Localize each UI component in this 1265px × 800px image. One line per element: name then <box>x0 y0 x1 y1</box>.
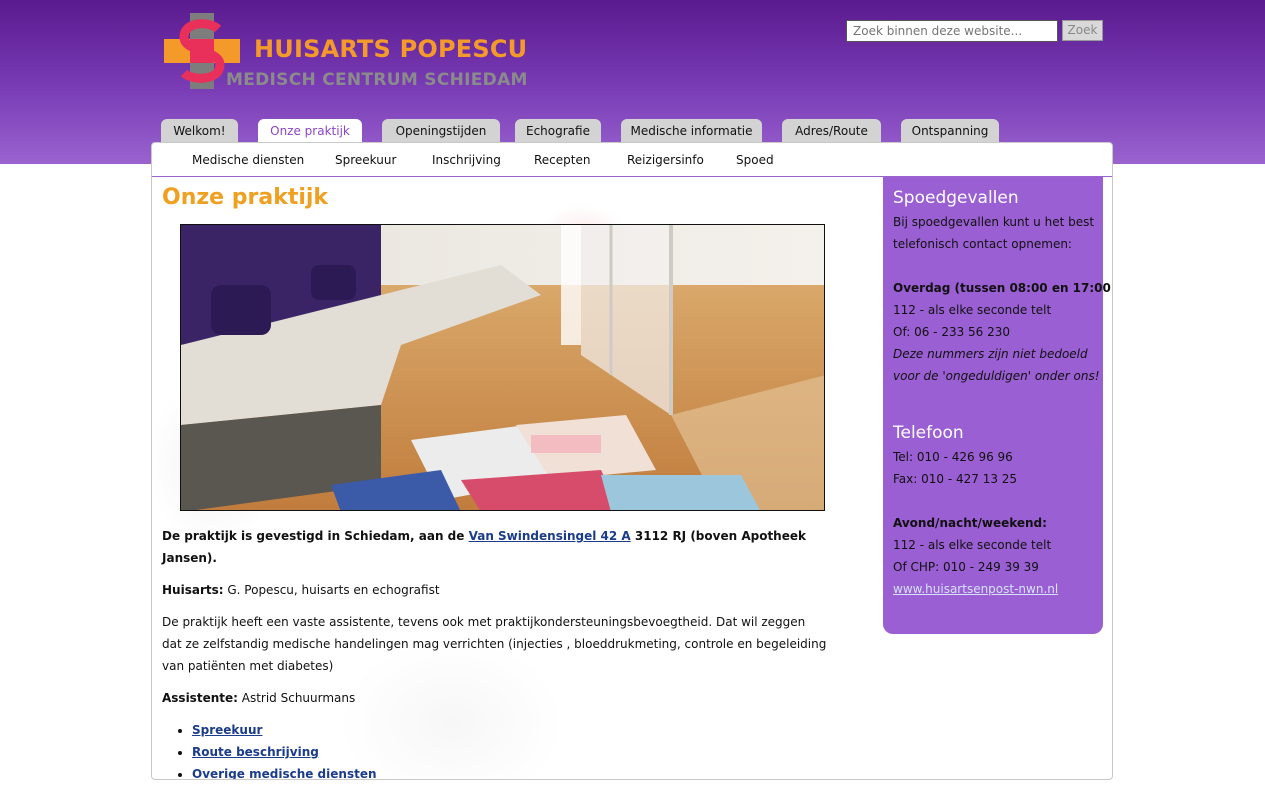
sub-navigation: Medische diensten Spreekuur Inschrijving… <box>152 143 1112 177</box>
subnav-reizigersinfo[interactable]: Reizigersinfo <box>627 153 704 167</box>
search-form: Zoek <box>846 20 1103 42</box>
address-link[interactable]: Van Swindensingel 42 A <box>469 529 631 543</box>
search-input[interactable] <box>846 20 1058 42</box>
related-links: Spreekuur Route beschrijving Overige med… <box>192 719 827 779</box>
assistant-paragraph: Assistente: Astrid Schuurmans <box>162 687 827 709</box>
tab-adres-route[interactable]: Adres/Route <box>782 119 881 143</box>
daytime-line-1: 112 - als elke seconde telt <box>893 303 1052 317</box>
tab-echografie[interactable]: Echografie <box>515 119 601 143</box>
medical-services-link[interactable]: Overige medische diensten <box>192 767 377 779</box>
tab-ontspanning[interactable]: Ontspanning <box>901 119 999 143</box>
phone-number: Tel: 010 - 426 96 96 <box>893 450 1013 464</box>
list-item: Route beschrijving <box>192 741 827 763</box>
emergency-intro-1: Bij spoedgevallen kunt u het best <box>893 215 1095 229</box>
subnav-inschrijving[interactable]: Inschrijving <box>432 153 501 167</box>
tab-onze-praktijk[interactable]: Onze praktijk <box>258 119 362 143</box>
assistant-description: De praktijk heeft een vaste assistente, … <box>162 615 827 673</box>
doctor-paragraph: Huisarts: G. Popescu, huisarts en echogr… <box>162 579 827 601</box>
fax-number: Fax: 010 - 427 13 25 <box>893 472 1018 486</box>
address-prefix: De praktijk is gevestigd in Schiedam, aa… <box>162 529 469 543</box>
subnav-spoed[interactable]: Spoed <box>736 153 774 167</box>
spreekuur-link[interactable]: Spreekuur <box>192 723 262 737</box>
logo-subtitle: MEDISCH CENTRUM SCHIEDAM <box>226 70 528 90</box>
emergency-heading: Spoedgevallen <box>893 188 1019 208</box>
emergency-intro-2: telefonisch contact opnemen: <box>893 237 1072 251</box>
page-title: Onze praktijk <box>162 185 329 210</box>
night-line-1: 112 - als elke seconde telt <box>893 538 1052 552</box>
page-content: De praktijk is gevestigd in Schiedam, aa… <box>162 525 827 779</box>
subnav-spreekuur[interactable]: Spreekuur <box>335 153 396 167</box>
route-link[interactable]: Route beschrijving <box>192 745 319 759</box>
address-paragraph: De praktijk is gevestigd in Schiedam, aa… <box>162 525 827 569</box>
note-line-2: voor de 'ongeduldigen' onder ons! <box>893 369 1100 383</box>
waiting-room-photo <box>180 224 825 511</box>
daytime-line-2: Of: 06 - 233 56 230 <box>893 325 1011 339</box>
note-line-1: Deze nummers zijn niet bedoeld <box>893 347 1088 361</box>
daytime-label: Overdag (tussen 08:00 en 17:00): <box>893 281 1113 295</box>
tab-welkom[interactable]: Welkom! <box>161 119 238 143</box>
huisartsenpost-link[interactable]: www.huisartsenpost-nwn.nl <box>893 582 1058 596</box>
assistant-label: Assistente: <box>162 691 238 705</box>
search-button[interactable]: Zoek <box>1062 20 1103 41</box>
night-line-2: Of CHP: 010 - 249 39 39 <box>893 560 1039 574</box>
assistant-name: Astrid Schuurmans <box>237 691 356 705</box>
sidebar-emergency: Spoedgevallen Bij spoedgevallen kunt u h… <box>883 177 1113 634</box>
phone-heading: Telefoon <box>893 423 964 443</box>
logo-title: HUISARTS POPESCU <box>254 35 528 63</box>
night-label: Avond/nacht/weekend: <box>893 516 1047 530</box>
subnav-medische-diensten[interactable]: Medische diensten <box>192 153 304 167</box>
list-item: Spreekuur <box>192 719 827 741</box>
tab-openingstijden[interactable]: Openingstijden <box>382 119 500 143</box>
site-logo[interactable]: HUISARTS POPESCU MEDISCH CENTRUM SCHIEDA… <box>164 13 528 93</box>
list-item: Overige medische diensten <box>192 763 827 779</box>
waiting-room-illustration <box>181 225 824 510</box>
doctor-text: G. Popescu, huisarts en echografist <box>223 583 440 597</box>
main-container: Medische diensten Spreekuur Inschrijving… <box>151 142 1113 780</box>
subnav-recepten[interactable]: Recepten <box>534 153 590 167</box>
doctor-label: Huisarts: <box>162 583 224 597</box>
tab-medische-informatie[interactable]: Medische informatie <box>621 119 762 143</box>
